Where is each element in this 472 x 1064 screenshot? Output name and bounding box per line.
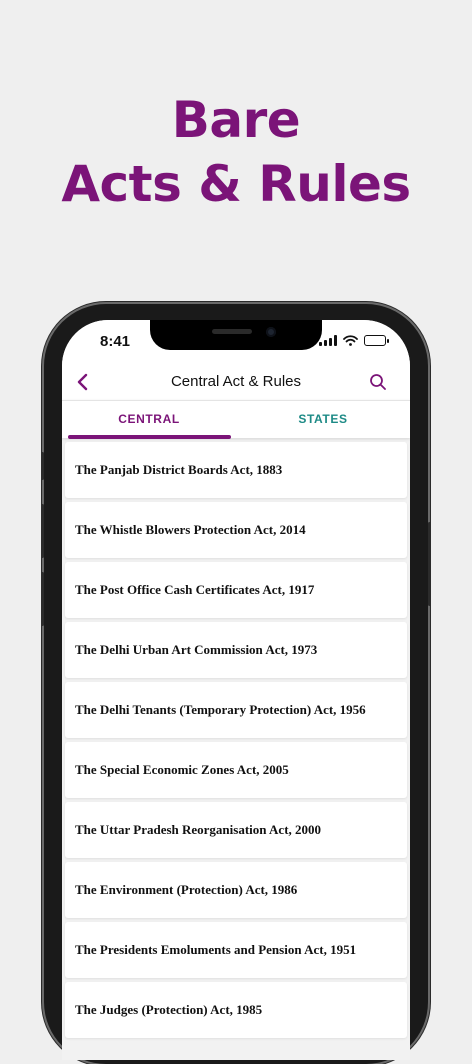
promo-line-1: Bare xyxy=(171,91,301,149)
tab-indicator xyxy=(68,435,231,439)
volume-down-button xyxy=(41,572,44,626)
list-item[interactable]: The Panjab District Boards Act, 1883 xyxy=(65,442,407,498)
list-item[interactable]: The Judges (Protection) Act, 1985 xyxy=(65,982,407,1038)
list-item[interactable]: The Delhi Urban Art Commission Act, 1973 xyxy=(65,622,407,678)
list-item[interactable]: The Whistle Blowers Protection Act, 2014 xyxy=(65,502,407,558)
phone-frame: 8:41 Central Act & Rules CENTRAL STATES … xyxy=(41,304,431,1064)
status-icons xyxy=(319,335,389,346)
list-item[interactable]: The Delhi Tenants (Temporary Protection)… xyxy=(65,682,407,738)
tab-states[interactable]: STATES xyxy=(236,401,410,439)
notch xyxy=(150,320,322,350)
nav-bar: Central Act & Rules xyxy=(62,364,410,400)
tab-central[interactable]: CENTRAL xyxy=(62,401,236,439)
app-screen: 8:41 Central Act & Rules CENTRAL STATES … xyxy=(62,320,410,1060)
list-item[interactable]: The Post Office Cash Certificates Act, 1… xyxy=(65,562,407,618)
promo-line-2: Acts & Rules xyxy=(61,155,411,213)
volume-up-button xyxy=(41,504,44,558)
list-item[interactable]: The Environment (Protection) Act, 1986 xyxy=(65,862,407,918)
list-item[interactable]: The Special Economic Zones Act, 2005 xyxy=(65,742,407,798)
silent-switch xyxy=(41,452,44,480)
page-title: Central Act & Rules xyxy=(170,373,302,390)
tab-bar: CENTRAL STATES xyxy=(62,400,410,439)
front-camera xyxy=(266,327,276,337)
list-item[interactable]: The Uttar Pradesh Reorganisation Act, 20… xyxy=(65,802,407,858)
speaker xyxy=(212,329,252,334)
signal-icon xyxy=(319,335,337,346)
status-time: 8:41 xyxy=(100,333,131,350)
promo-heading: Bare Acts & Rules xyxy=(0,88,472,216)
power-button xyxy=(428,522,431,606)
acts-list: The Panjab District Boards Act, 1883 The… xyxy=(62,442,410,1042)
search-button[interactable] xyxy=(366,370,390,394)
wifi-icon xyxy=(343,335,358,346)
list-item[interactable]: The Presidents Emoluments and Pension Ac… xyxy=(65,922,407,978)
battery-icon xyxy=(364,335,389,346)
search-icon xyxy=(370,374,386,390)
